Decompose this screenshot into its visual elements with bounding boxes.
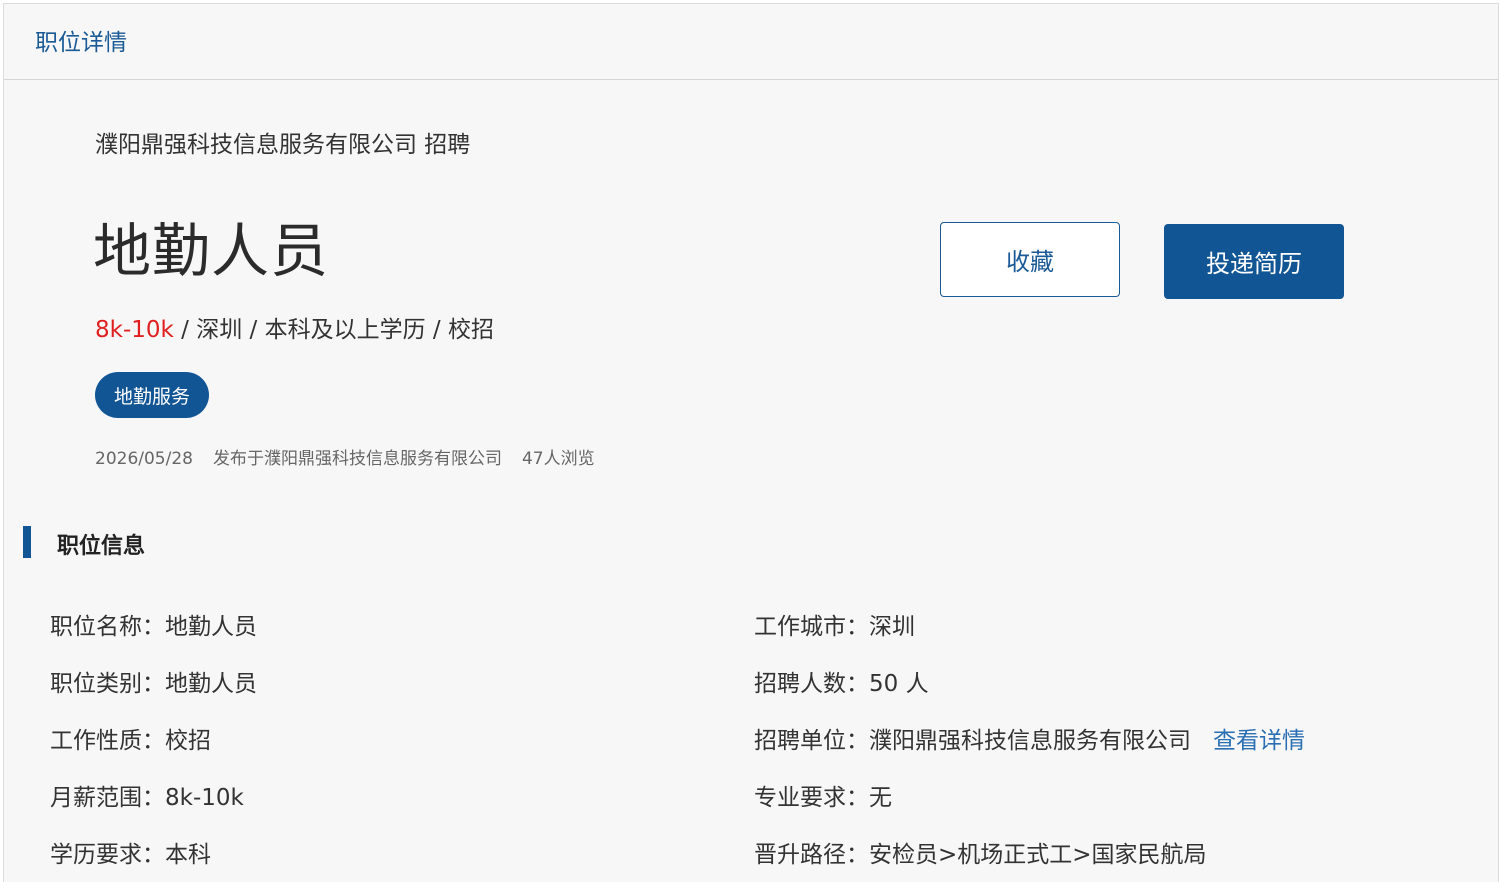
info-value: 深圳 bbox=[869, 614, 915, 640]
info-value: 濮阳鼎强科技信息服务有限公司 bbox=[869, 728, 1191, 754]
job-title: 地勤人员 bbox=[93, 217, 330, 285]
section-title: 职位信息 bbox=[57, 534, 146, 559]
info-label: 月薪范围： bbox=[50, 785, 165, 811]
info-column-left: 职位名称：地勤人员 职位类别：地勤人员 工作性质：校招 月薪范围：8k-10k … bbox=[50, 607, 257, 882]
info-label: 招聘人数： bbox=[754, 671, 869, 697]
info-value: 无 bbox=[869, 785, 892, 811]
info-label: 职位名称： bbox=[50, 614, 165, 640]
page-title: 职位详情 bbox=[35, 29, 127, 56]
info-column-right: 工作城市：深圳 招聘人数：50 人 招聘单位：濮阳鼎强科技信息服务有限公司 查看详… bbox=[754, 607, 1305, 882]
info-value: 8k-10k bbox=[165, 785, 244, 811]
favorite-button[interactable]: 收藏 bbox=[940, 222, 1120, 297]
info-value: 安检员>机场正式工>国家民航局 bbox=[869, 842, 1207, 868]
page-header: 职位详情 bbox=[4, 4, 1498, 80]
info-value: 校招 bbox=[165, 728, 211, 754]
job-detail-page: 职位详情 濮阳鼎强科技信息服务有限公司 招聘 地勤人员 8k-10k / 深圳 … bbox=[3, 3, 1499, 882]
info-label: 专业要求： bbox=[754, 785, 869, 811]
publisher: 发布于濮阳鼎强科技信息服务有限公司 bbox=[212, 449, 502, 469]
view-details-link[interactable]: 查看详情 bbox=[1213, 728, 1305, 754]
info-row-major: 专业要求：无 bbox=[754, 778, 1305, 835]
info-row-position-name: 职位名称：地勤人员 bbox=[50, 607, 257, 664]
view-count: 47人浏览 bbox=[521, 449, 595, 469]
section-accent-bar bbox=[23, 526, 31, 558]
info-value: 地勤人员 bbox=[165, 614, 257, 640]
info-row-promotion-path: 晋升路径：安检员>机场正式工>国家民航局 bbox=[754, 835, 1305, 882]
company-recruit-line: 濮阳鼎强科技信息服务有限公司 招聘 bbox=[95, 132, 471, 158]
info-row-headcount: 招聘人数：50 人 bbox=[754, 664, 1305, 721]
category-tag[interactable]: 地勤服务 bbox=[95, 372, 209, 418]
salary-range: 8k-10k bbox=[95, 317, 174, 343]
job-summary-details: / 深圳 / 本科及以上学历 / 校招 bbox=[173, 317, 494, 343]
info-label: 职位类别： bbox=[50, 671, 165, 697]
info-row-education: 学历要求：本科 bbox=[50, 835, 257, 882]
info-row-city: 工作城市：深圳 bbox=[754, 607, 1305, 664]
job-summary: 8k-10k / 深圳 / 本科及以上学历 / 校招 bbox=[95, 310, 494, 344]
info-row-position-category: 职位类别：地勤人员 bbox=[50, 664, 257, 721]
info-row-work-type: 工作性质：校招 bbox=[50, 721, 257, 778]
publish-date: 2026/05/28 bbox=[95, 449, 193, 469]
info-row-salary: 月薪范围：8k-10k bbox=[50, 778, 257, 835]
info-value: 50 人 bbox=[869, 671, 929, 697]
apply-button[interactable]: 投递简历 bbox=[1164, 224, 1344, 299]
info-label: 工作性质： bbox=[50, 728, 165, 754]
info-value: 本科 bbox=[165, 842, 211, 868]
info-value: 地勤人员 bbox=[165, 671, 257, 697]
info-label: 学历要求： bbox=[50, 842, 165, 868]
job-meta: 2026/05/28 发布于濮阳鼎强科技信息服务有限公司 47人浏览 bbox=[95, 444, 615, 469]
info-label: 招聘单位： bbox=[754, 728, 869, 754]
info-row-employer: 招聘单位：濮阳鼎强科技信息服务有限公司 查看详情 bbox=[754, 721, 1305, 778]
info-label: 晋升路径： bbox=[754, 842, 869, 868]
info-label: 工作城市： bbox=[754, 614, 869, 640]
